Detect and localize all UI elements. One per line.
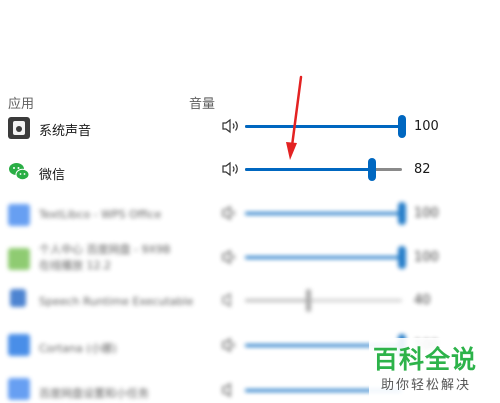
app-name: TextLibco - WPS Office	[39, 208, 162, 221]
app-name-line1: 个人中心 百度网盘 - 9X9B	[39, 243, 171, 256]
speaker-icon[interactable]	[222, 249, 242, 265]
volume-slider[interactable]	[245, 289, 402, 312]
app-row-wechat: 微信 82	[0, 156, 500, 186]
speech-runtime-icon	[10, 289, 26, 307]
netdisk-tasks-icon	[8, 378, 30, 400]
volume-value: 82	[414, 162, 431, 177]
volume-column-header: 音量	[189, 97, 216, 112]
volume-value: 100	[414, 250, 439, 265]
app-name: 百度网盘设置和小任务	[39, 387, 149, 400]
volume-thumb[interactable]	[398, 115, 406, 138]
volume-slider[interactable]	[245, 202, 406, 225]
cortana-icon	[8, 334, 30, 356]
app-row-speech-runtime: Speech Runtime Executable 40	[0, 285, 500, 315]
speaker-icon[interactable]	[222, 161, 242, 177]
volume-value: 40	[414, 293, 431, 308]
app-name-line2: 在线播放 12.2	[39, 259, 111, 272]
app-row-wps: TextLibco - WPS Office 100	[0, 199, 500, 229]
app-name: Cortana (小娜)	[39, 342, 117, 355]
app-row-baidu-netdisk: 个人中心 百度网盘 - 9X9B 在线播放 12.2 100	[0, 242, 500, 272]
app-name: Speech Runtime Executable	[39, 295, 194, 308]
app-name: 微信	[39, 168, 66, 183]
wechat-icon	[9, 163, 30, 181]
volume-fill	[245, 299, 308, 302]
watermark-subtitle: 助你轻松解决	[381, 378, 472, 393]
app-column-header: 应用	[8, 97, 35, 112]
watermark-title: 百科全说	[373, 345, 478, 374]
volume-slider[interactable]	[245, 246, 406, 269]
watermark: 百科全说 助你轻松解决	[369, 338, 500, 403]
volume-slider[interactable]	[245, 115, 406, 138]
volume-fill	[245, 212, 402, 215]
netdisk-icon	[8, 248, 30, 270]
speaker-icon[interactable]	[222, 337, 242, 353]
volume-thumb[interactable]	[368, 158, 377, 181]
volume-fill	[245, 256, 402, 259]
volume-fill	[245, 168, 373, 171]
volume-value: 100	[414, 119, 439, 134]
speaker-icon[interactable]	[222, 205, 242, 221]
volume-fill	[245, 125, 402, 128]
volume-thumb[interactable]	[398, 246, 406, 269]
app-name: 系统声音	[39, 124, 92, 139]
volume-thumb[interactable]	[305, 289, 311, 312]
speaker-icon[interactable]	[222, 292, 242, 308]
volume-slider[interactable]	[245, 158, 402, 181]
speaker-icon[interactable]	[222, 382, 242, 398]
volume-value: 100	[414, 206, 439, 221]
app-name: 个人中心 百度网盘 - 9X9B 在线播放 12.2	[39, 242, 171, 274]
wps-icon	[8, 204, 30, 226]
speaker-icon[interactable]	[222, 118, 242, 134]
volume-thumb[interactable]	[398, 202, 406, 225]
app-row-system-sounds: 系统声音 100	[0, 113, 500, 143]
system-sounds-icon	[8, 117, 30, 139]
